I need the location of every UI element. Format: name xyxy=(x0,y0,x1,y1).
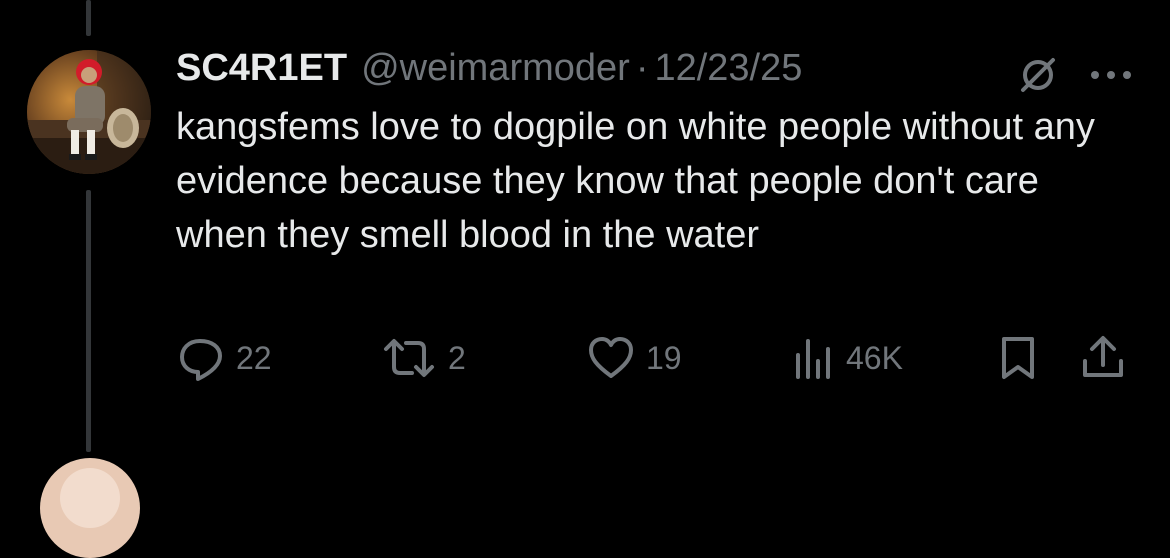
action-bar: 22 2 19 46K xyxy=(176,332,1146,384)
more-options-icon[interactable] xyxy=(1085,52,1137,98)
header-separator: · xyxy=(635,47,649,89)
views-count: 46K xyxy=(846,339,903,376)
bookmark-icon xyxy=(1002,337,1034,379)
reply-icon xyxy=(180,339,222,381)
avatar[interactable] xyxy=(27,50,151,174)
display-name[interactable]: SC4R1ET xyxy=(176,40,347,96)
views-icon xyxy=(796,339,830,379)
bookmark-button[interactable] xyxy=(996,332,1040,384)
share-icon xyxy=(1083,336,1123,377)
reply-button[interactable]: 22 xyxy=(176,332,272,384)
next-reply-avatar[interactable] xyxy=(40,458,140,558)
like-count: 19 xyxy=(646,339,682,376)
thread-line-bottom xyxy=(86,190,91,452)
user-handle[interactable]: @weimarmoder xyxy=(361,40,630,96)
views-button[interactable]: 46K xyxy=(792,332,903,384)
heart-icon xyxy=(589,337,633,378)
thread-line-top xyxy=(86,0,91,36)
tweet-date[interactable]: 12/23/25 xyxy=(654,40,802,96)
tweet-header: SC4R1ET @weimarmoder · 12/23/25 xyxy=(176,40,802,96)
repost-button[interactable]: 2 xyxy=(380,332,466,384)
tweet-text: kangsfems love to dogpile on white peopl… xyxy=(176,106,1095,256)
repost-icon xyxy=(384,339,434,377)
repost-count: 2 xyxy=(448,339,466,376)
share-button[interactable] xyxy=(1078,332,1128,384)
community-note-icon[interactable] xyxy=(1015,52,1061,98)
reply-count: 22 xyxy=(236,339,272,376)
like-button[interactable]: 19 xyxy=(586,332,682,384)
